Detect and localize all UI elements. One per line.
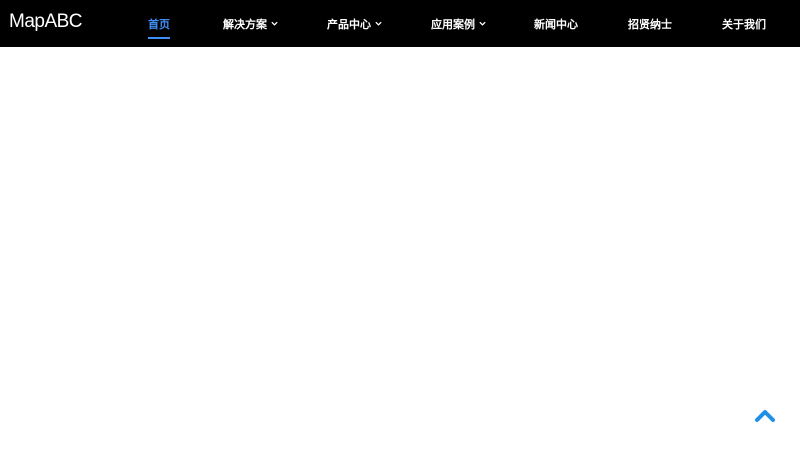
nav-item-careers[interactable]: 招贤纳士 <box>628 0 672 47</box>
mapabc-logo[interactable]: MapABC <box>9 10 83 34</box>
nav-item-label: 新闻中心 <box>534 17 578 31</box>
page-content-area <box>0 47 800 450</box>
nav-item-news[interactable]: 新闻中心 <box>534 0 578 47</box>
nav-item-solutions[interactable]: 解决方案 <box>223 0 279 47</box>
nav-item-label: 首页 <box>148 17 170 31</box>
chevron-down-icon <box>270 19 279 28</box>
back-to-top-button[interactable] <box>754 405 776 425</box>
nav-item-label: 关于我们 <box>722 17 766 31</box>
top-navigation-bar: MapABC 首页 解决方案 产品中心 应用案例 新闻中心 招贤纳士 关于我们 <box>0 0 800 47</box>
nav-item-cases[interactable]: 应用案例 <box>431 0 487 47</box>
nav-item-products[interactable]: 产品中心 <box>327 0 383 47</box>
nav-item-label: 招贤纳士 <box>628 17 672 31</box>
nav-item-label: 应用案例 <box>431 17 475 31</box>
nav-item-label: 产品中心 <box>327 17 371 31</box>
nav-item-about[interactable]: 关于我们 <box>722 0 766 47</box>
chevron-down-icon <box>374 19 383 28</box>
nav-item-home[interactable]: 首页 <box>148 0 170 47</box>
chevron-down-icon <box>478 19 487 28</box>
chevron-up-icon <box>755 410 775 422</box>
nav-item-label: 解决方案 <box>223 17 267 31</box>
